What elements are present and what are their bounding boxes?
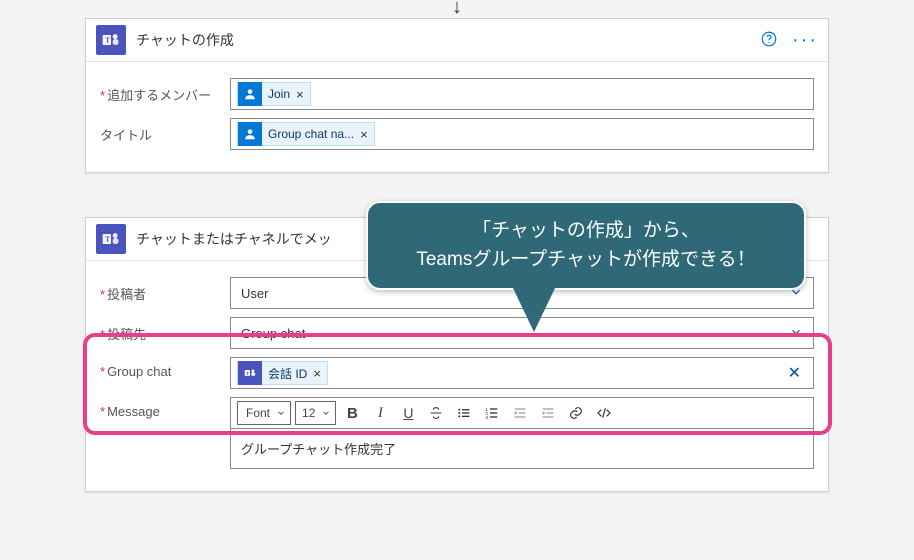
title-input[interactable]: Group chat na... ×: [230, 118, 814, 150]
label-message: Message: [100, 397, 230, 419]
more-icon[interactable]: ···: [792, 35, 818, 45]
annotation-callout-tail: [512, 286, 556, 332]
flow-arrow-down: ↓: [85, 0, 829, 14]
token-label: Group chat na...: [268, 127, 354, 141]
card-title: チャットの作成: [136, 30, 760, 50]
link-icon[interactable]: [564, 401, 588, 425]
token-label: 会話 ID: [268, 365, 307, 382]
outdent-icon[interactable]: [508, 401, 532, 425]
token-remove-icon[interactable]: ×: [360, 127, 368, 142]
underline-icon[interactable]: U: [396, 401, 420, 425]
font-select[interactable]: Font: [237, 401, 291, 425]
indent-icon[interactable]: [536, 401, 560, 425]
label-poster: 投稿者: [100, 277, 230, 303]
rte-toolbar: Font 12 B I U: [230, 397, 814, 428]
teams-icon: T: [96, 25, 126, 55]
person-icon: [238, 82, 262, 106]
number-list-icon[interactable]: 123: [480, 401, 504, 425]
groupchat-input[interactable]: T 会話 ID × ✕: [230, 357, 814, 389]
token-join[interactable]: Join ×: [237, 82, 311, 106]
svg-text:T: T: [246, 371, 249, 376]
help-icon[interactable]: [760, 30, 778, 51]
annotation-callout: 「チャットの作成」から、 Teamsグループチャットが作成できる！: [366, 201, 806, 290]
code-view-icon[interactable]: [592, 401, 616, 425]
token-label: Join: [268, 87, 290, 101]
postin-value: Group chat: [241, 326, 305, 341]
italic-icon[interactable]: I: [368, 401, 392, 425]
token-groupchatname[interactable]: Group chat na... ×: [237, 122, 375, 146]
members-input[interactable]: Join ×: [230, 78, 814, 110]
callout-line1: 「チャットの作成」から、: [394, 217, 778, 246]
token-remove-icon[interactable]: ×: [313, 366, 321, 381]
bullet-list-icon[interactable]: [452, 401, 476, 425]
bold-icon[interactable]: B: [340, 401, 364, 425]
card-header[interactable]: T チャットの作成 ···: [86, 19, 828, 62]
label-groupchat: Group chat: [100, 357, 230, 379]
poster-value: User: [241, 286, 268, 301]
fontsize-select[interactable]: 12: [295, 401, 336, 425]
message-body[interactable]: グループチャット作成完了: [230, 428, 814, 469]
teams-icon: T: [96, 224, 126, 254]
label-postin: 投稿先: [100, 317, 230, 343]
chevron-down-icon: [789, 325, 803, 342]
clear-icon[interactable]: ✕: [782, 363, 807, 383]
strikethrough-icon[interactable]: [424, 401, 448, 425]
label-title: タイトル: [100, 118, 230, 144]
svg-text:T: T: [105, 36, 110, 45]
svg-text:3: 3: [486, 415, 489, 420]
token-conversation-id[interactable]: T 会話 ID ×: [237, 361, 328, 385]
teams-icon: T: [238, 361, 262, 385]
person-icon: [238, 122, 262, 146]
svg-text:T: T: [105, 235, 110, 244]
label-members: 追加するメンバー: [100, 78, 230, 104]
token-remove-icon[interactable]: ×: [296, 87, 304, 102]
action-card-create-chat: T チャットの作成 ··· 追加するメンバー: [85, 18, 829, 173]
callout-line2: Teamsグループチャットが作成できる！: [394, 246, 778, 275]
